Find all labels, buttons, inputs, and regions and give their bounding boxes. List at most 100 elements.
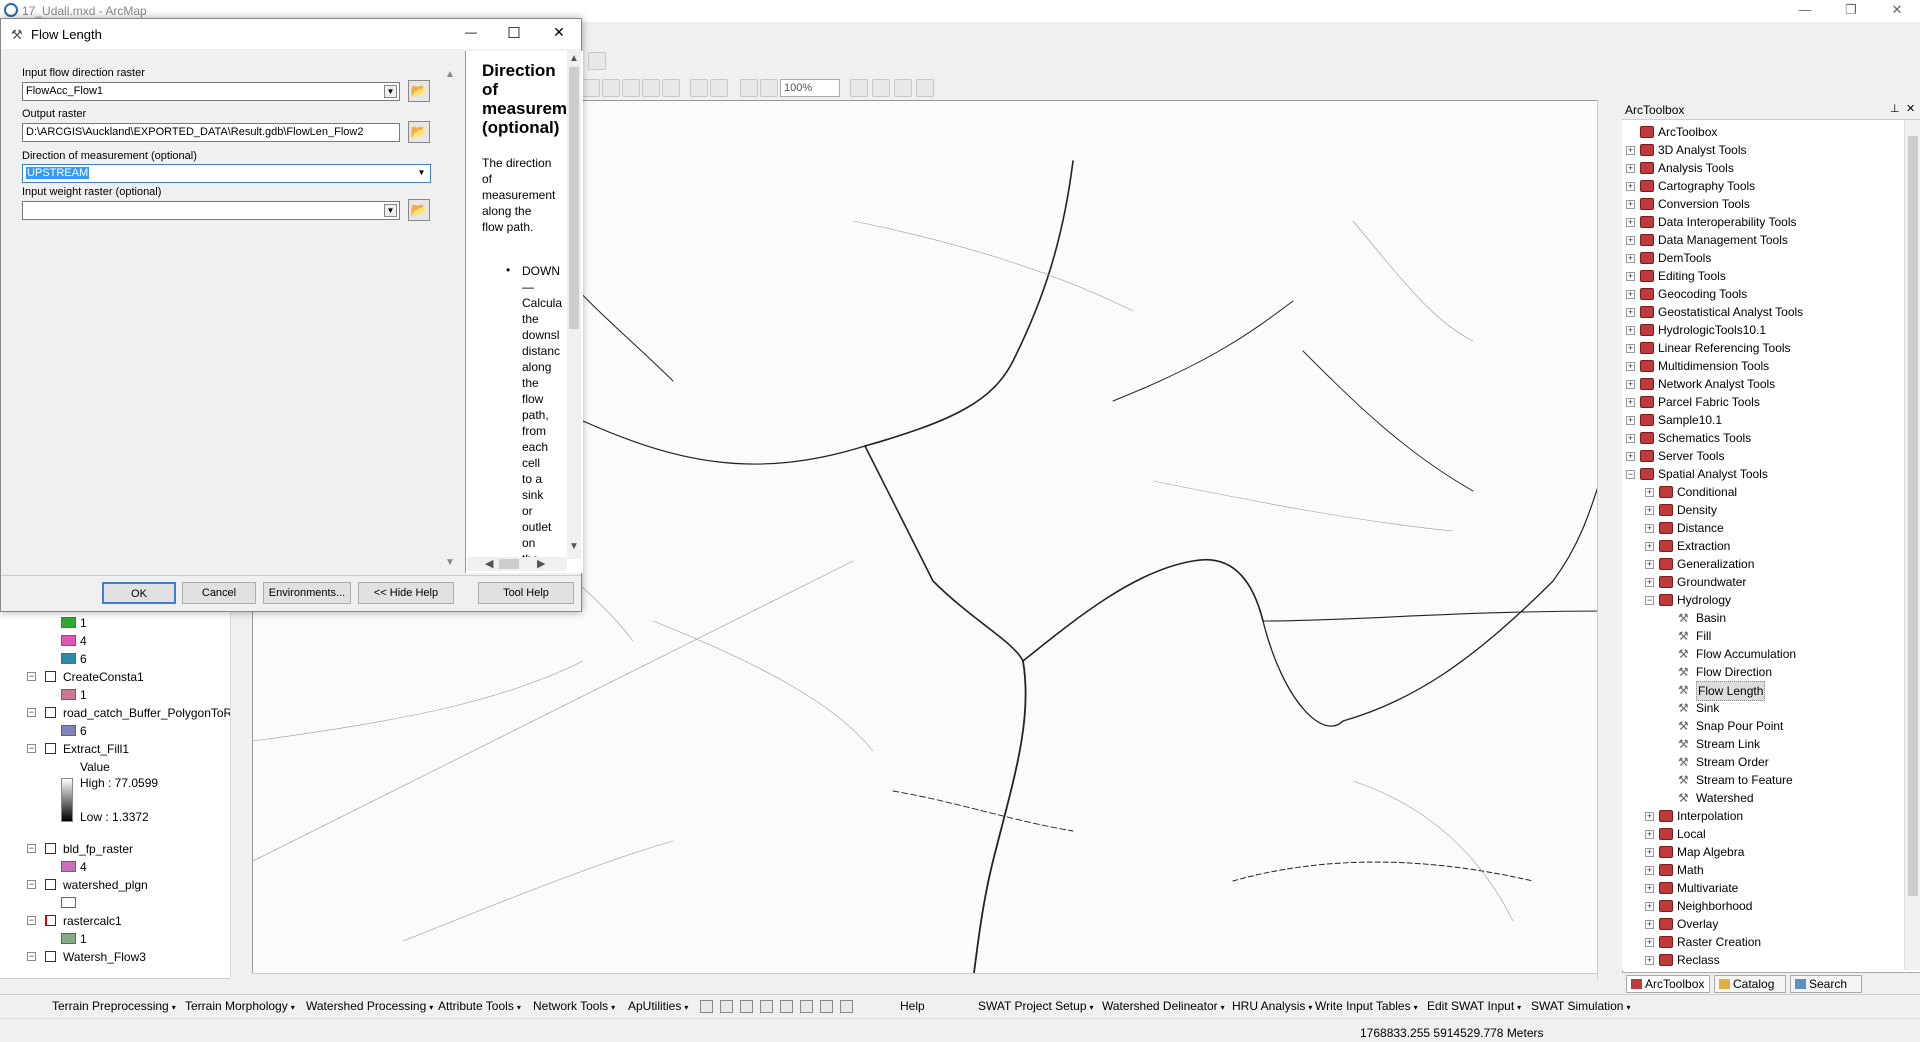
- help-vertical-scrollbar[interactable]: ▲ ▼: [567, 51, 581, 559]
- toolbar-button[interactable]: [872, 79, 890, 97]
- toc-row[interactable]: − watershed_plgn: [0, 876, 230, 894]
- point-icon[interactable]: [740, 1000, 753, 1013]
- collapse-icon[interactable]: −: [27, 672, 36, 681]
- tree-item[interactable]: ⚒ Snap Pour Point: [1622, 717, 1904, 735]
- params-scrollbar[interactable]: ▲ ▼: [443, 65, 459, 573]
- tree-item[interactable]: + Editing Tools: [1622, 267, 1904, 285]
- expand-icon[interactable]: +: [1626, 380, 1635, 389]
- expand-icon[interactable]: +: [1626, 236, 1635, 245]
- expand-icon[interactable]: +: [1626, 308, 1635, 317]
- pencil-icon[interactable]: [840, 1000, 853, 1013]
- tool-help-button[interactable]: Tool Help: [478, 582, 574, 604]
- toc-row[interactable]: − Watersh_Flow3: [0, 948, 230, 966]
- tree-item[interactable]: + DemTools: [1622, 249, 1904, 267]
- scroll-up-icon[interactable]: ▲: [445, 69, 455, 80]
- tree-item[interactable]: + Overlay: [1622, 915, 1904, 933]
- tree-item[interactable]: + Network Analyst Tools: [1622, 375, 1904, 393]
- restore-button[interactable]: ❐: [1828, 0, 1874, 22]
- menu-watershed-delineator[interactable]: Watershed Delineator ▾: [1102, 999, 1225, 1013]
- tree-item[interactable]: + Data Management Tools: [1622, 231, 1904, 249]
- globe-icon[interactable]: [800, 1000, 813, 1013]
- toolbar-button[interactable]: [662, 79, 680, 97]
- collapse-icon[interactable]: −: [27, 708, 36, 717]
- menu-terrain-morphology[interactable]: Terrain Morphology ▾: [185, 999, 295, 1013]
- expand-icon[interactable]: +: [1626, 254, 1635, 263]
- tree-item[interactable]: + Map Algebra: [1622, 843, 1904, 861]
- direction-select[interactable]: UPSTREAM ▼: [22, 164, 431, 183]
- menu-terrain-preprocessing[interactable]: Terrain Preprocessing ▾: [52, 999, 176, 1013]
- expand-icon[interactable]: +: [1645, 560, 1654, 569]
- layer-visibility-checkbox[interactable]: [45, 951, 56, 962]
- tree-item[interactable]: + Server Tools: [1622, 447, 1904, 465]
- tree-item[interactable]: − Spatial Analyst Tools: [1622, 465, 1904, 483]
- edit-icon[interactable]: [720, 1000, 733, 1013]
- tree-item[interactable]: + Distance: [1622, 519, 1904, 537]
- expand-icon[interactable]: +: [1626, 200, 1635, 209]
- expand-icon[interactable]: +: [1645, 812, 1654, 821]
- flow-icon[interactable]: [700, 1000, 713, 1013]
- expand-icon[interactable]: +: [1626, 164, 1635, 173]
- tree-item[interactable]: ⚒ Watershed: [1622, 789, 1904, 807]
- menu-help[interactable]: Help: [900, 999, 925, 1013]
- grid-icon[interactable]: [760, 1000, 773, 1013]
- menu-aputilities[interactable]: ApUtilities ▾: [628, 999, 688, 1013]
- layer-visibility-checkbox[interactable]: [45, 671, 56, 682]
- collapse-icon[interactable]: −: [1626, 470, 1635, 479]
- tree-item[interactable]: + Reclass: [1622, 951, 1904, 969]
- tree-item[interactable]: ⚒ Flow Length: [1622, 681, 1904, 701]
- map-horizontal-scrollbar[interactable]: [252, 973, 1597, 987]
- tree-item[interactable]: + Interpolation: [1622, 807, 1904, 825]
- expand-icon[interactable]: +: [1626, 326, 1635, 335]
- toc-row[interactable]: − road_catch_Buffer_PolygonToR: [0, 704, 232, 722]
- expand-icon[interactable]: +: [1626, 416, 1635, 425]
- expand-icon[interactable]: +: [1626, 362, 1635, 371]
- expand-icon[interactable]: +: [1645, 938, 1654, 947]
- tree-item[interactable]: − Hydrology: [1622, 591, 1904, 609]
- toolbar-button[interactable]: [916, 79, 934, 97]
- toc-row[interactable]: [0, 894, 230, 912]
- menu-swat-project-setup[interactable]: SWAT Project Setup ▾: [978, 999, 1094, 1013]
- tree-item[interactable]: + Raster Creation: [1622, 933, 1904, 951]
- layer-visibility-checkbox[interactable]: [45, 879, 56, 890]
- flag-icon[interactable]: [820, 1000, 833, 1013]
- chevron-down-icon[interactable]: ▼: [415, 167, 428, 180]
- scroll-down-icon[interactable]: ▼: [445, 557, 455, 568]
- collapse-icon[interactable]: −: [1645, 596, 1654, 605]
- layer-visibility-checkbox[interactable]: [45, 915, 56, 926]
- minimize-button[interactable]: —: [1782, 0, 1828, 22]
- expand-icon[interactable]: +: [1626, 218, 1635, 227]
- tree-item[interactable]: + Density: [1622, 501, 1904, 519]
- help-horizontal-scrollbar[interactable]: ◀ ▶: [467, 557, 567, 571]
- expand-icon[interactable]: +: [1645, 848, 1654, 857]
- expand-icon[interactable]: +: [1626, 290, 1635, 299]
- toc-row[interactable]: 6: [0, 650, 230, 668]
- tree-item[interactable]: + Multidimension Tools: [1622, 357, 1904, 375]
- collapse-icon[interactable]: −: [27, 952, 36, 961]
- pin-icon[interactable]: ⊥: [1890, 102, 1900, 115]
- toc-row[interactable]: 6: [0, 722, 230, 740]
- x-icon[interactable]: [780, 1000, 793, 1013]
- arctoolbox-scrollbar[interactable]: [1904, 120, 1920, 970]
- hide-help-button[interactable]: << Hide Help: [358, 582, 454, 604]
- collapse-icon[interactable]: −: [27, 880, 36, 889]
- expand-icon[interactable]: +: [1645, 524, 1654, 533]
- tab-search[interactable]: Search: [1790, 975, 1862, 993]
- tree-item[interactable]: + Math: [1622, 861, 1904, 879]
- tree-item[interactable]: ⚒ Sink: [1622, 699, 1904, 717]
- expand-icon[interactable]: +: [1645, 902, 1654, 911]
- toc-row[interactable]: Low : 1.3372: [0, 808, 230, 826]
- expand-icon[interactable]: +: [1645, 956, 1654, 965]
- dialog-maximize-button[interactable]: ☐: [504, 24, 524, 42]
- menu-network-tools[interactable]: Network Tools ▾: [533, 999, 615, 1013]
- browse-weight-button[interactable]: 📂: [408, 199, 430, 221]
- toc-row[interactable]: 4: [0, 858, 230, 876]
- toc-row[interactable]: 1: [0, 930, 230, 948]
- toc-row[interactable]: 1: [0, 614, 230, 632]
- tree-item[interactable]: + Local: [1622, 825, 1904, 843]
- scroll-right-icon[interactable]: ▶: [537, 557, 545, 570]
- tree-item[interactable]: ArcToolbox: [1622, 123, 1904, 141]
- dialog-minimize-button[interactable]: —: [461, 25, 481, 39]
- layer-visibility-checkbox[interactable]: [45, 843, 56, 854]
- scroll-down-icon[interactable]: ▼: [569, 541, 579, 552]
- layer-visibility-checkbox[interactable]: [45, 707, 56, 718]
